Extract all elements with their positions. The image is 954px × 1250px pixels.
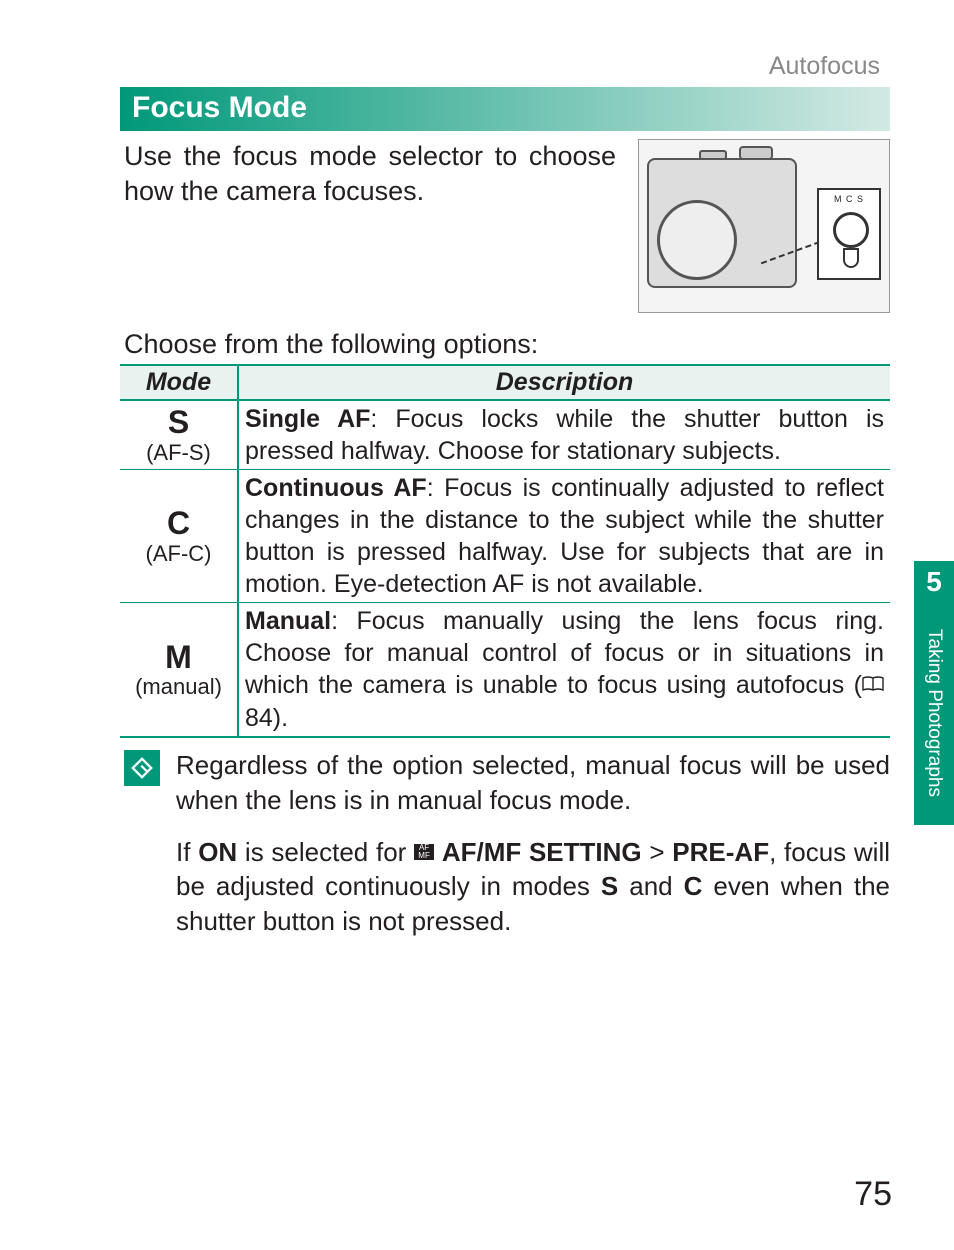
note-icon: [124, 750, 160, 786]
mode-sub: (AF-C): [126, 542, 231, 566]
camera-illustration: M C S: [638, 139, 890, 313]
table-row: S (AF-S) Single AF: Focus locks while th…: [120, 400, 890, 470]
section-heading: Focus Mode: [120, 87, 890, 131]
mode-sub: (manual): [126, 675, 231, 699]
page-number: 75: [854, 1175, 892, 1214]
th-description: Description: [238, 365, 890, 400]
note-2: If ON is selected for AFMF AF/MF SETTING…: [176, 835, 890, 938]
mode-sub: (AF-S): [126, 441, 231, 465]
mode-letter: S: [126, 405, 231, 440]
chapter-label: Taking Photographs: [914, 603, 954, 825]
breadcrumb: Autofocus: [120, 52, 890, 81]
mode-description: Single AF: Focus locks while the shutter…: [238, 400, 890, 470]
th-mode: Mode: [120, 365, 238, 400]
table-row: M (manual) Manual: Focus manually using …: [120, 603, 890, 738]
intro-text: Use the focus mode selector to choose ho…: [120, 139, 616, 313]
mode-letter: M: [126, 640, 231, 675]
modes-table: Mode Description S (AF-S) Single AF: Foc…: [120, 364, 890, 738]
mode-description: Manual: Focus manually using the lens fo…: [238, 603, 890, 738]
note-1: Regardless of the option selected, manua…: [176, 748, 890, 817]
chapter-tab: 5 Taking Photographs: [914, 561, 954, 825]
subheading: Choose from the following options:: [124, 329, 890, 360]
book-icon: [862, 668, 884, 700]
table-row: C (AF-C) Continuous AF: Focus is continu…: [120, 470, 890, 603]
mode-description: Continuous AF: Focus is continually adju…: [238, 470, 890, 603]
afmf-icon: AFMF: [414, 844, 434, 860]
selector-label: M C S: [819, 194, 879, 204]
mode-letter: C: [126, 506, 231, 541]
chapter-number: 5: [914, 561, 954, 603]
